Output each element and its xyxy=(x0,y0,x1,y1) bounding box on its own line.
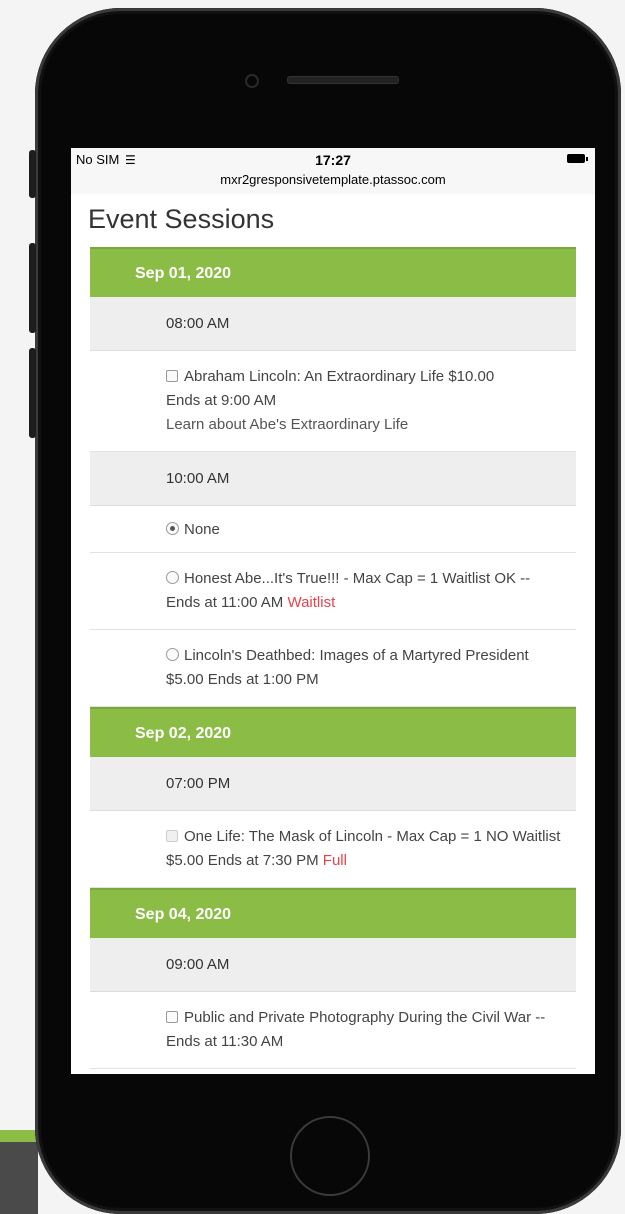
session-radio[interactable] xyxy=(166,522,179,535)
session-name: One Life: The Mask of Lincoln - Max Cap … xyxy=(184,828,561,845)
home-button[interactable] xyxy=(290,1116,370,1196)
page-title: Event Sessions xyxy=(88,204,275,234)
session-ends: Ends at 9:00 AM xyxy=(166,392,277,409)
volume-up-button xyxy=(29,243,36,333)
page-url[interactable]: mxr2gresponsivetemplate.ptassoc.com xyxy=(71,172,595,187)
session-item: One Life: The Mask of Lincoln - Max Cap … xyxy=(90,811,576,888)
time-slot: 10:00 AM xyxy=(90,452,576,506)
session-item[interactable]: Lincoln's Deathbed: Images of a Martyred… xyxy=(90,630,576,707)
status-bar: No SIM ☰ 17:27 mxr2gresponsivetemplate.p… xyxy=(71,148,595,194)
session-item[interactable]: None xyxy=(90,506,576,553)
content-area: Event Sessions Sep 01, 2020 08:00 AM Abr… xyxy=(71,194,595,1069)
date-header: Sep 01, 2020 xyxy=(90,247,576,297)
session-item[interactable]: Abraham Lincoln: An Extraordinary Life $… xyxy=(90,351,576,452)
session-name: Abraham Lincoln: An Extraordinary Life xyxy=(184,368,445,385)
session-name: Honest Abe...It's True!!! - Max Cap = 1 … xyxy=(184,570,531,587)
session-checkbox[interactable] xyxy=(166,1011,178,1023)
session-ends: Ends at 11:00 AM xyxy=(166,594,284,611)
phone-screen: No SIM ☰ 17:27 mxr2gresponsivetemplate.p… xyxy=(71,148,595,1074)
session-name: None xyxy=(184,521,220,538)
session-price: $5.00 xyxy=(166,671,204,688)
session-ends: Ends at 7:30 PM xyxy=(207,852,319,869)
session-name: Lincoln's Deathbed: Images of a Martyred… xyxy=(184,647,529,664)
speaker-grille xyxy=(287,76,399,84)
session-name: Public and Private Photography During th… xyxy=(184,1009,546,1026)
session-price: $10.00 xyxy=(448,368,495,385)
status-time: 17:27 xyxy=(315,152,351,168)
session-description: Learn about Abe's Extraordinary Life xyxy=(166,416,409,433)
session-status: Full xyxy=(322,852,347,869)
time-slot: 07:00 PM xyxy=(90,757,576,811)
background-dark-block xyxy=(0,1142,38,1214)
background-green-strip xyxy=(0,1130,38,1142)
date-header: Sep 04, 2020 xyxy=(90,888,576,938)
session-radio[interactable] xyxy=(166,648,179,661)
battery-icon xyxy=(567,154,588,163)
date-header: Sep 02, 2020 xyxy=(90,707,576,757)
session-status: Waitlist xyxy=(287,594,336,611)
session-checkbox xyxy=(166,830,178,842)
time-slot: 09:00 AM xyxy=(90,938,576,992)
session-item[interactable]: Honest Abe...It's True!!! - Max Cap = 1 … xyxy=(90,553,576,630)
camera-icon xyxy=(245,74,259,88)
session-ends: Ends at 11:30 AM xyxy=(166,1033,284,1050)
volume-down-button xyxy=(29,348,36,438)
session-ends: Ends at 1:00 PM xyxy=(207,671,319,688)
time-slot: 08:00 AM xyxy=(90,297,576,351)
session-price: $5.00 xyxy=(166,852,204,869)
session-checkbox[interactable] xyxy=(166,370,178,382)
mute-switch xyxy=(29,150,36,198)
session-radio[interactable] xyxy=(166,571,179,584)
session-item[interactable]: Public and Private Photography During th… xyxy=(90,992,576,1069)
